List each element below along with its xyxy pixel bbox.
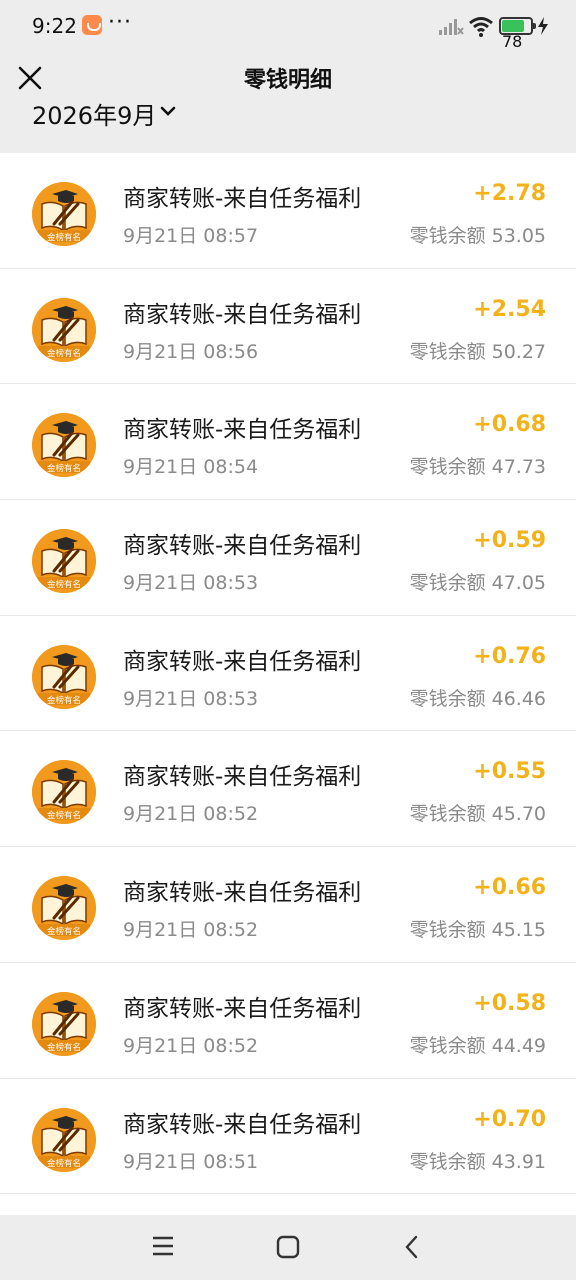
transaction-time: 9月21日 08:57 (123, 225, 259, 247)
transaction-title: 商家转账-来自任务福利 (123, 186, 362, 212)
svg-text:金榜有名: 金榜有名 (47, 1158, 81, 1169)
balance-after: 零钱余额 45.15 (409, 919, 546, 942)
transaction-amount: +2.78 (473, 181, 546, 206)
transaction-row[interactable]: 金榜有名 商家转账-来自任务福利 9月21日 08:51 +0.70 零钱余额 … (0, 1079, 576, 1195)
transaction-title: 商家转账-来自任务福利 (123, 995, 362, 1022)
merchant-logo-icon: 金榜有名 (32, 413, 96, 478)
merchant-avatar: 金榜有名 (32, 991, 96, 1056)
transaction-amount: +0.70 (473, 1106, 546, 1132)
svg-text:金榜有名: 金榜有名 (47, 348, 81, 359)
merchant-avatar: 金榜有名 (32, 529, 96, 594)
balance-after: 零钱余额 47.05 (409, 572, 546, 595)
svg-text:金榜有名: 金榜有名 (47, 1042, 81, 1053)
transaction-time: 9月21日 08:54 (123, 456, 259, 479)
merchant-avatar: 金榜有名 (32, 182, 96, 246)
month-label[interactable]: 2026年9月 (32, 100, 156, 131)
balance-after: 零钱余额 44.49 (409, 1034, 546, 1057)
app-notification-icon (82, 15, 102, 35)
merchant-logo-icon: 金榜有名 (32, 876, 96, 941)
svg-text:金榜有名: 金榜有名 (47, 926, 81, 937)
transaction-time: 9月21日 08:52 (123, 919, 259, 942)
balance-after: 零钱余额 53.05 (409, 225, 546, 247)
transaction-title: 商家转账-来自任务福利 (123, 1111, 362, 1138)
balance-after: 零钱余额 43.91 (409, 1150, 546, 1173)
transaction-title: 商家转账-来自任务福利 (123, 648, 362, 675)
transaction-amount: +0.55 (473, 759, 546, 785)
merchant-avatar: 金榜有名 (32, 413, 96, 478)
merchant-avatar: 金榜有名 (32, 644, 96, 709)
transaction-row[interactable]: 金榜有名 商家转账-来自任务福利 9月21日 08:52 +0.66 零钱余额 … (0, 847, 576, 963)
transaction-row[interactable]: 金榜有名 商家转账-来自任务福利 9月21日 08:53 +0.76 零钱余额 … (0, 616, 576, 732)
transaction-title: 商家转账-来自任务福利 (123, 533, 362, 560)
transaction-title: 商家转账-来自任务福利 (123, 764, 362, 791)
merchant-avatar: 金榜有名 (32, 760, 96, 825)
balance-after: 零钱余额 46.46 (409, 687, 546, 710)
transaction-list: 金榜有名 商家转账-来自任务福利 9月21日 08:57 +2.78 零钱余额 … (0, 153, 576, 1215)
merchant-logo-icon: 金榜有名 (32, 644, 96, 709)
transaction-row[interactable]: 金榜有名 商家转账-来自任务福利 9月21日 08:52 +0.55 零钱余额 … (0, 731, 576, 848)
merchant-logo-icon: 金榜有名 (32, 991, 96, 1056)
transaction-row[interactable]: 金榜有名 商家转账-来自任务福利 9月21日 08:56 +2.54 零钱余额 … (0, 269, 576, 385)
battery-icon: 78 (499, 17, 536, 51)
merchant-avatar: 金榜有名 (32, 297, 96, 362)
transaction-time: 9月21日 08:52 (123, 1034, 259, 1057)
transaction-amount: +0.68 (473, 412, 546, 438)
wifi-icon (469, 17, 493, 37)
transaction-time: 9月21日 08:56 (123, 340, 259, 363)
svg-text:金榜有名: 金榜有名 (47, 695, 81, 706)
transaction-title: 商家转账-来自任务福利 (123, 880, 362, 907)
status-bar: 9:22 ··· 78 (0, 0, 576, 52)
svg-text:金榜有名: 金榜有名 (47, 463, 81, 474)
transaction-amount: +2.54 (473, 296, 546, 322)
merchant-logo-icon: 金榜有名 (32, 297, 96, 362)
transaction-title: 商家转账-来自任务福利 (123, 301, 362, 328)
transaction-row[interactable]: 金榜有名 商家转账-来自任务福利 9月21日 08:57 +2.78 零钱余额 … (0, 153, 576, 269)
merchant-logo-icon: 金榜有名 (32, 1107, 96, 1172)
transaction-time: 9月21日 08:52 (123, 803, 259, 826)
menu-icon[interactable] (152, 1235, 174, 1257)
back-icon[interactable] (404, 1235, 420, 1259)
transaction-time: 9月21日 08:53 (123, 687, 259, 710)
signal-icon (439, 19, 464, 35)
transaction-row[interactable]: 金榜有名 商家转账-来自任务福利 9月21日 08:52 +0.58 零钱余额 … (0, 963, 576, 1079)
transaction-row[interactable]: 金榜有名 商家转账-来自任务福利 9月21日 08:53 +0.59 零钱余额 … (0, 500, 576, 616)
svg-text:金榜有名: 金榜有名 (47, 810, 81, 821)
more-notifications-icon: ··· (108, 10, 132, 35)
page-title: 零钱明细 (243, 68, 332, 93)
transaction-amount: +0.59 (473, 528, 546, 554)
svg-text:金榜有名: 金榜有名 (47, 232, 81, 243)
merchant-logo-icon: 金榜有名 (32, 760, 96, 825)
charging-icon (538, 17, 548, 35)
month-filter[interactable]: 2026年9月 (0, 100, 576, 152)
status-time: 9:22 (32, 14, 77, 38)
home-icon[interactable] (276, 1235, 300, 1259)
transaction-amount: +0.66 (473, 875, 546, 901)
transaction-amount: +0.76 (473, 643, 546, 669)
transaction-row[interactable]: 金榜有名 商家转账-来自任务福利 9月21日 08:54 +0.68 零钱余额 … (0, 384, 576, 501)
balance-after: 零钱余额 47.73 (409, 456, 546, 479)
balance-after: 零钱余额 50.27 (409, 340, 546, 363)
balance-after: 零钱余额 45.70 (409, 803, 546, 826)
svg-text:金榜有名: 金榜有名 (47, 579, 81, 590)
battery-level: 78 (502, 32, 523, 51)
transaction-title: 商家转账-来自任务福利 (123, 417, 362, 444)
transaction-time: 9月21日 08:53 (123, 572, 259, 595)
merchant-logo-icon: 金榜有名 (32, 182, 96, 246)
merchant-avatar: 金榜有名 (32, 876, 96, 941)
chevron-down-icon[interactable] (160, 106, 176, 118)
transaction-amount: +0.58 (473, 990, 546, 1016)
merchant-avatar: 金榜有名 (32, 1107, 96, 1172)
transaction-time: 9月21日 08:51 (123, 1150, 259, 1173)
merchant-logo-icon: 金榜有名 (32, 529, 96, 594)
system-navigation-bar (0, 1215, 576, 1280)
